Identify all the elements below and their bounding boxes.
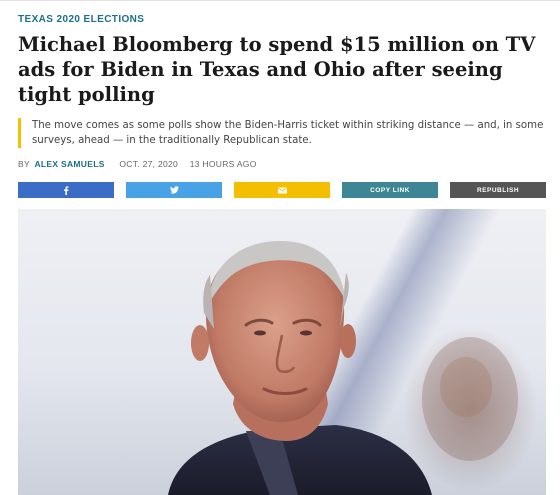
top-divider: [0, 0, 560, 1]
copy-link-button[interactable]: COPY LINK: [342, 182, 438, 198]
article-headline: Michael Bloomberg to spend $15 million o…: [18, 33, 536, 106]
portrait-illustration: [168, 241, 518, 495]
republish-button[interactable]: REPUBLISH: [450, 182, 546, 198]
twitter-share-button[interactable]: [126, 182, 222, 198]
envelope-icon: [277, 187, 287, 193]
article-photo: [18, 209, 546, 495]
relative-time: 13 HOURS AGO: [189, 159, 257, 169]
share-toolbar: COPY LINK REPUBLISH: [18, 182, 546, 198]
author-link[interactable]: ALEX SAMUELS: [34, 159, 104, 169]
publish-date: OCT. 27, 2020: [119, 159, 179, 169]
article-summary: The move comes as some polls show the Bi…: [18, 118, 560, 148]
email-share-button[interactable]: [234, 182, 330, 198]
twitter-icon: [169, 186, 179, 194]
facebook-share-button[interactable]: [18, 182, 114, 198]
facebook-icon: [64, 185, 69, 195]
byline: BY ALEX SAMUELS OCT. 27, 2020 13 HOURS A…: [18, 159, 257, 169]
section-link[interactable]: Texas 2020 Elections: [18, 14, 144, 25]
byline-prefix: BY: [18, 159, 30, 169]
